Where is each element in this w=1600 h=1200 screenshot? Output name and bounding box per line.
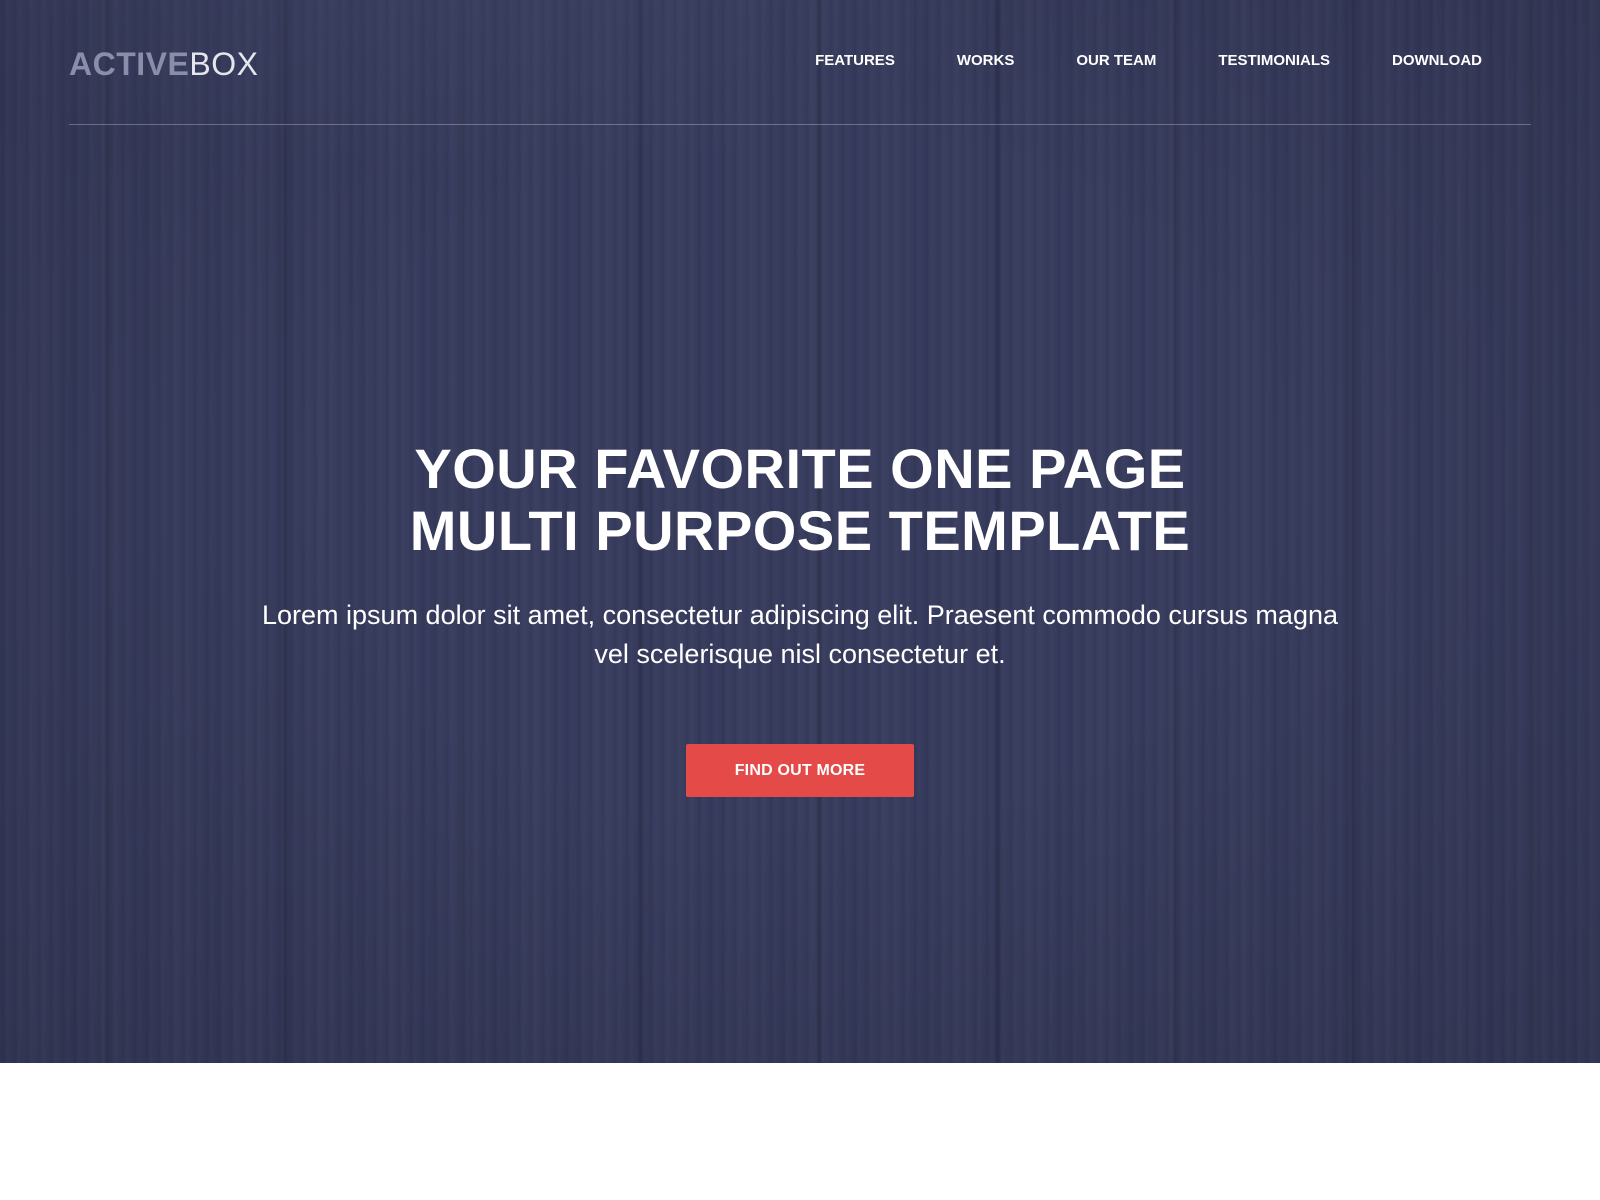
hero-headline-line-1: YOUR FAVORITE ONE PAGE xyxy=(414,437,1186,500)
logo-light-text: BOX xyxy=(189,46,259,82)
hero-subtext: Lorem ipsum dolor sit amet, consectetur … xyxy=(0,596,1600,674)
nav-item-features[interactable]: FEATURES xyxy=(815,48,895,74)
next-section xyxy=(0,1063,1600,1200)
background-light-sweep xyxy=(0,0,1100,180)
nav-item-download[interactable]: DOWNLOAD xyxy=(1392,48,1482,74)
main-nav: FEATURES WORKS OUR TEAM TESTIMONIALS DOW… xyxy=(753,48,1482,74)
hero-headline: YOUR FAVORITE ONE PAGE MULTI PURPOSE TEM… xyxy=(0,438,1600,562)
logo-strong-text: ACTIVE xyxy=(69,46,190,82)
nav-item-our-team[interactable]: OUR TEAM xyxy=(1076,48,1156,74)
hero-subtext-line-1: Lorem ipsum dolor sit amet, consectetur … xyxy=(262,600,1338,630)
hero-section: ACTIVEBOX FEATURES WORKS OUR TEAM TESTIM… xyxy=(0,0,1600,1063)
find-out-more-button[interactable]: FIND OUT MORE xyxy=(686,744,914,797)
brand-logo[interactable]: ACTIVEBOX xyxy=(69,44,258,84)
hero-headline-line-2: MULTI PURPOSE TEMPLATE xyxy=(409,499,1191,562)
header-divider xyxy=(69,124,1531,125)
hero-subtext-line-2: vel scelerisque nisl consectetur et. xyxy=(594,639,1006,669)
nav-item-works[interactable]: WORKS xyxy=(957,48,1015,74)
nav-item-testimonials[interactable]: TESTIMONIALS xyxy=(1218,48,1330,74)
